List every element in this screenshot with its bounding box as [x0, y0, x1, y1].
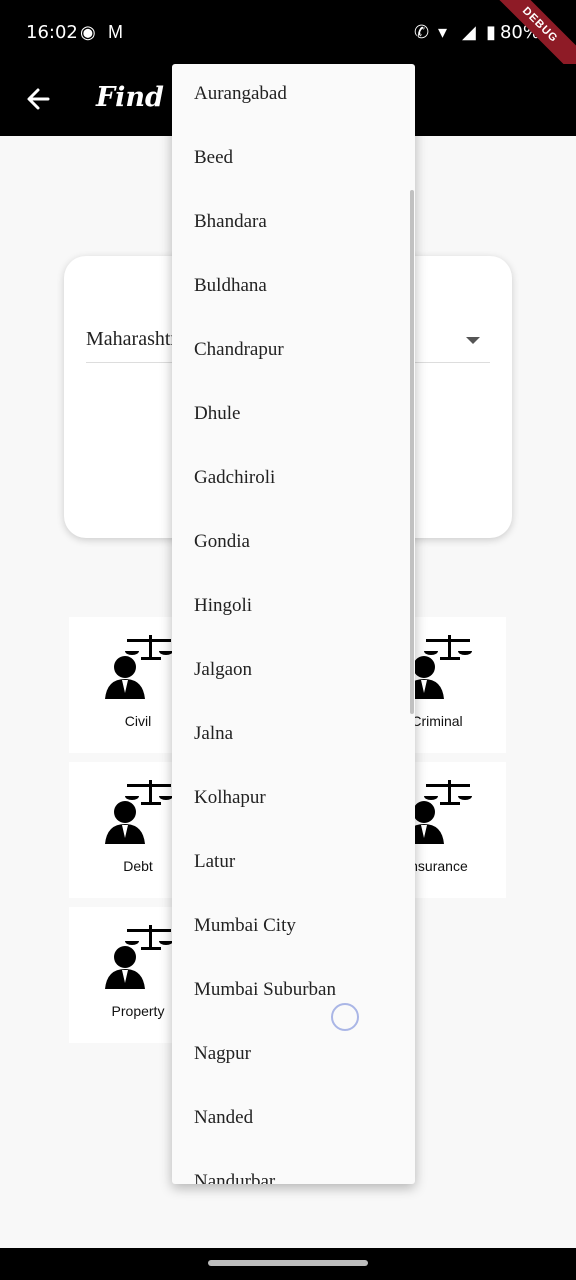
menu-item-mumbai-city[interactable]: Mumbai City	[194, 911, 296, 941]
menu-item-nanded[interactable]: Nanded	[194, 1103, 253, 1133]
gmail-icon: M	[108, 22, 123, 42]
record-icon: ◉	[80, 22, 96, 42]
home-gesture-handle[interactable]	[208, 1260, 368, 1266]
menu-item-jalgaon[interactable]: Jalgaon	[194, 655, 252, 685]
call-icon: ✆	[414, 22, 430, 42]
menu-item-chandrapur[interactable]: Chandrapur	[194, 335, 284, 365]
system-nav-bar	[0, 1248, 576, 1280]
menu-item-aurangabad[interactable]: Aurangabad	[194, 79, 287, 109]
signal-icon: ◢	[462, 22, 476, 42]
menu-item-kolhapur[interactable]: Kolhapur	[194, 783, 266, 813]
status-time: 16:02	[26, 22, 78, 43]
menu-item-buldhana[interactable]: Buldhana	[194, 271, 267, 301]
loading-spinner	[331, 1003, 359, 1031]
menu-item-bhandara[interactable]: Bhandara	[194, 207, 267, 237]
district-dropdown-menu[interactable]: Aurangabad Beed Bhandara Buldhana Chandr…	[172, 64, 415, 1184]
lawyer-icon	[105, 925, 173, 989]
menu-item-latur[interactable]: Latur	[194, 847, 235, 877]
menu-item-dhule[interactable]: Dhule	[194, 399, 240, 429]
menu-item-nandurbar[interactable]: Nandurbar	[194, 1167, 275, 1184]
menu-item-jalna[interactable]: Jalna	[194, 719, 233, 749]
lawyer-icon	[105, 780, 173, 844]
menu-item-gondia[interactable]: Gondia	[194, 527, 250, 557]
menu-item-nagpur[interactable]: Nagpur	[194, 1039, 251, 1069]
menu-item-mumbai-suburban[interactable]: Mumbai Suburban	[194, 975, 336, 1005]
state-value: Maharashtra	[86, 328, 186, 350]
status-bar: 16:02 ◉ M ✆ ▾ ◢ ▮ 80% DEBUG	[0, 0, 576, 83]
battery-icon: ▮	[486, 22, 496, 42]
menu-item-hingoli[interactable]: Hingoli	[194, 591, 252, 621]
wifi-icon: ▾	[438, 22, 448, 42]
lawyer-icon	[105, 635, 173, 699]
chevron-down-icon	[466, 337, 480, 344]
menu-item-beed[interactable]: Beed	[194, 143, 233, 173]
menu-item-gadchiroli[interactable]: Gadchiroli	[194, 463, 275, 493]
menu-scrollbar[interactable]	[410, 190, 414, 714]
back-arrow-icon[interactable]	[24, 82, 54, 116]
